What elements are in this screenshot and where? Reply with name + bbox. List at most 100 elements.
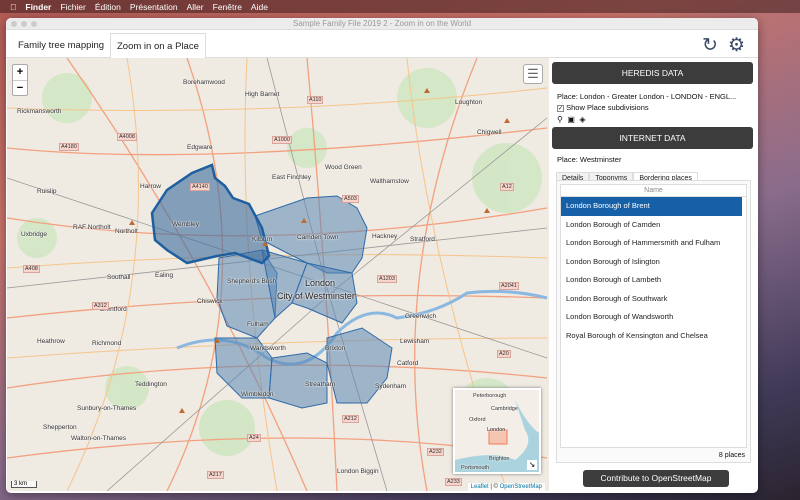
list-item[interactable]: London Borough of Wandsworth	[561, 308, 742, 327]
tab-family-tree-mapping[interactable]: Family tree mapping	[12, 33, 110, 59]
map-label: Walton-on-Thames	[71, 435, 127, 442]
places-count: 8 places	[718, 452, 745, 459]
menu-aide[interactable]: Aide	[251, 2, 268, 12]
apple-menu-icon[interactable]: 	[10, 2, 16, 12]
map-label: Walthamstow	[370, 178, 409, 185]
map-label: Sunbury-on-Thames	[77, 405, 137, 412]
map-label: Loughton	[455, 99, 483, 106]
road-label: A20	[497, 350, 511, 358]
map-label: Shepperton	[43, 424, 77, 431]
map-label: Hackney	[372, 233, 398, 240]
menu-finder[interactable]: Finder	[25, 2, 51, 12]
map-label: Stratford	[410, 236, 435, 243]
map-label: Sydenham	[375, 383, 407, 390]
road-label: A12	[500, 183, 514, 191]
map-label: Heathrow	[37, 338, 65, 345]
minimap-label: Portsmouth	[461, 465, 490, 471]
map-label: Kilburn	[252, 236, 273, 243]
right-panel: HEREDIS DATA Place: London - Greater Lon…	[551, 58, 758, 491]
zoom-button[interactable]	[31, 21, 37, 27]
minimap[interactable]: Peterborough Cambridge Oxford London Bri…	[453, 388, 541, 474]
close-button[interactable]	[11, 21, 17, 27]
map-label: East Finchley	[272, 174, 312, 181]
map-label: Northolt	[115, 228, 138, 235]
leaflet-link[interactable]: Leaflet	[471, 484, 489, 490]
road-label: A217	[207, 471, 224, 479]
list-item[interactable]: London Borough of Hammersmith and Fulham	[561, 234, 742, 253]
show-subdivisions-label: Show Place subdivisions	[566, 103, 649, 112]
minimap-label: London	[487, 427, 506, 433]
locate-icon[interactable]: ◈	[579, 115, 585, 124]
gear-icon[interactable]: ⚙	[728, 34, 745, 57]
road-label: A212	[342, 415, 359, 423]
map-label: Edgware	[187, 144, 213, 151]
map-label: Chigwell	[477, 129, 502, 136]
list-item[interactable]: London Borough of Camden	[561, 216, 742, 235]
internet-place: Place: Westminster	[557, 155, 622, 164]
window-title: Sample Family File 2019 2 - Zoom in on t…	[292, 19, 472, 28]
minimap-label: Brighton	[489, 456, 510, 462]
menu-edition[interactable]: Édition	[95, 2, 121, 12]
map-label: Borehamwood	[183, 79, 225, 86]
menu-presentation[interactable]: Présentation	[130, 2, 178, 12]
menu-fichier[interactable]: Fichier	[60, 2, 86, 12]
menu-aller[interactable]: Aller	[187, 2, 204, 12]
zoom-in-button[interactable]: +	[13, 65, 27, 80]
zoom-out-button[interactable]: −	[13, 80, 27, 95]
map-label: Richmond	[92, 340, 122, 347]
road-label: A24	[247, 434, 261, 442]
map-label: Wandsworth	[250, 345, 286, 352]
map-label: Fulham	[247, 321, 269, 328]
map-label: Camden Town	[297, 234, 339, 241]
zoom-control: + −	[12, 64, 28, 96]
map-label: Rickmansworth	[17, 108, 62, 115]
map-label: Chiswick	[197, 298, 223, 305]
map-view[interactable]: Borehamwood High Barnet Loughton Rickman…	[7, 58, 549, 491]
contribute-osm-button[interactable]: Contribute to OpenStreetMap	[583, 470, 729, 487]
internet-data-header[interactable]: INTERNET DATA	[552, 127, 753, 149]
brent-polygon	[150, 163, 271, 265]
road-label: A4140	[190, 183, 210, 191]
map-label: Lewisham	[400, 338, 430, 345]
road-label: A2041	[499, 282, 519, 290]
map-label: Shepherd's Bush	[227, 278, 277, 285]
list-item[interactable]: London Borough of Brent	[561, 197, 742, 216]
map-label: Harrow	[140, 183, 161, 190]
map-label: Wimbledon	[241, 391, 274, 398]
list-item[interactable]: London Borough of Lambeth	[561, 271, 742, 290]
heredis-place: Place: London - Greater London - LONDON …	[557, 92, 737, 101]
osm-link[interactable]: OpenStreetMap	[500, 484, 542, 490]
column-header-name[interactable]: Name	[561, 185, 746, 197]
map-label: Catford	[397, 360, 419, 367]
road-label: A503	[342, 195, 359, 203]
list-item[interactable]: Royal Borough of Kensington and Chelsea	[561, 327, 742, 346]
minimize-button[interactable]	[21, 21, 27, 27]
refresh-icon[interactable]: ↻	[702, 34, 718, 57]
tab-zoom-in-on-a-place[interactable]: Zoom in on a Place	[110, 33, 206, 59]
road-label: A232	[427, 448, 444, 456]
road-label: A1000	[272, 136, 292, 144]
map-label: Greenwich	[405, 313, 437, 320]
search-icon[interactable]: ⚲	[557, 115, 563, 124]
list-item[interactable]: London Borough of Islington	[561, 253, 742, 272]
map-label: Wembley	[172, 221, 199, 228]
minimap-label: Peterborough	[473, 393, 507, 399]
map-label: High Barnet	[245, 91, 280, 98]
title-bar: Sample Family File 2019 2 - Zoom in on t…	[6, 18, 758, 30]
list-item[interactable]: London Borough of Southwark	[561, 290, 742, 309]
scale-bar: 3 km	[11, 481, 37, 488]
show-subdivisions-checkbox[interactable]: ✓	[557, 104, 564, 112]
map-label: Wood Green	[325, 164, 362, 171]
minimap-toggle-icon[interactable]: ↘	[527, 460, 537, 470]
bordering-places-list[interactable]: Name London Borough of Brent London Borou…	[560, 184, 747, 448]
road-label: A1203	[377, 275, 397, 283]
menu-fenetre[interactable]: Fenêtre	[213, 2, 242, 12]
map-label: Teddington	[135, 381, 167, 388]
map-label: Ruislip	[37, 188, 57, 195]
map-label: Streatham	[305, 381, 335, 388]
heredis-data-header[interactable]: HEREDIS DATA	[552, 62, 753, 84]
layers-icon[interactable]: ☰	[523, 64, 543, 84]
attribution-separator: | ©	[488, 484, 500, 490]
map-label: Uxbridge	[21, 231, 48, 238]
database-icon[interactable]: ▣	[567, 115, 575, 124]
